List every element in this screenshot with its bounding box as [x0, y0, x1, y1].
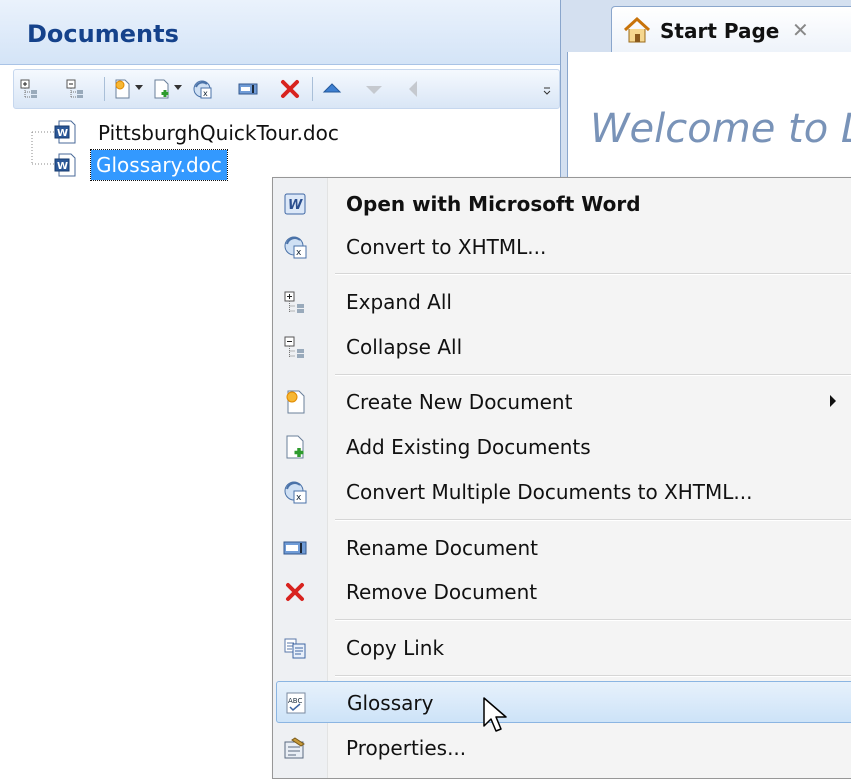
svg-text:W: W: [57, 128, 68, 139]
tree-item[interactable]: W PittsburghQuickTour.doc: [54, 117, 374, 147]
toolbar-separator: [312, 77, 313, 101]
menu-item-label: Open with Microsoft Word: [346, 192, 641, 216]
menu-item-glossary[interactable]: ABC Glossary: [276, 681, 851, 723]
menu-item-convert-to-xhtml[interactable]: x Convert to XHTML...: [276, 226, 851, 266]
menu-item-open-with-word[interactable]: W Open with Microsoft Word: [276, 183, 851, 223]
move-down-icon: [366, 86, 382, 94]
word-document-icon: W: [54, 120, 76, 144]
menu-item-create-new-document[interactable]: Create New Document: [276, 381, 851, 421]
menu-item-label: Create New Document: [346, 390, 573, 414]
menu-item-label: Convert to XHTML...: [346, 235, 547, 259]
svg-text:x: x: [296, 493, 302, 503]
tree-item-label: PittsburghQuickTour.doc: [98, 121, 339, 145]
create-new-document-icon[interactable]: [112, 79, 132, 99]
create-new-document-dropdown[interactable]: [135, 85, 143, 90]
svg-text:W: W: [57, 161, 68, 172]
context-menu: W Open with Microsoft Word x Convert to …: [272, 177, 851, 779]
rename-icon: [283, 541, 307, 555]
move-left-icon: [409, 81, 417, 97]
collapse-all-icon: [284, 336, 304, 358]
menu-separator: [335, 519, 851, 521]
home-icon: [623, 16, 651, 43]
close-icon[interactable]: ✕: [792, 18, 809, 42]
svg-text:W: W: [288, 198, 303, 213]
menu-item-label: Collapse All: [346, 335, 463, 359]
expand-all-icon: [284, 291, 304, 313]
svg-text:x: x: [203, 89, 208, 98]
documents-title: Documents: [27, 20, 179, 48]
remove-icon: [286, 583, 304, 601]
mouse-cursor-icon: [483, 697, 507, 732]
menu-item-rename-document[interactable]: Rename Document: [276, 527, 851, 567]
menu-item-label: Add Existing Documents: [346, 435, 591, 459]
tree-item-label: Glossary.doc: [90, 149, 228, 181]
menu-item-label: Copy Link: [346, 636, 445, 660]
menu-item-collapse-all[interactable]: Collapse All: [276, 326, 851, 366]
menu-separator: [335, 273, 851, 275]
add-existing-document-icon[interactable]: [152, 79, 172, 99]
convert-multiple-icon: x: [284, 481, 307, 504]
new-document-icon: [286, 390, 305, 414]
word-document-icon: W: [54, 153, 76, 177]
convert-xhtml-icon: x: [284, 236, 307, 259]
menu-item-expand-all[interactable]: Expand All: [276, 281, 851, 321]
menu-separator: [335, 675, 851, 677]
menu-item-label: Properties...: [346, 736, 467, 760]
menu-item-properties[interactable]: Properties...: [276, 727, 851, 767]
menu-item-label: Glossary: [347, 691, 434, 715]
collapse-all-icon[interactable]: [66, 79, 86, 99]
menu-separator: [335, 619, 851, 621]
add-documents-icon: [286, 435, 304, 459]
move-up-icon[interactable]: [322, 79, 342, 99]
menu-item-remove-document[interactable]: Remove Document: [276, 571, 851, 611]
word-icon: W: [284, 193, 306, 215]
menu-item-label: Remove Document: [346, 580, 538, 604]
svg-text:x: x: [296, 248, 302, 258]
toolbar-separator: [104, 77, 105, 101]
svg-text:ABC: ABC: [288, 697, 302, 705]
submenu-arrow-icon: [830, 395, 836, 407]
menu-separator: [335, 374, 851, 376]
expand-all-icon[interactable]: [20, 79, 40, 99]
menu-item-add-existing-documents[interactable]: Add Existing Documents: [276, 426, 851, 466]
properties-icon: [284, 737, 305, 759]
menu-item-copy-link[interactable]: Copy Link: [276, 627, 851, 667]
remove-icon[interactable]: [280, 79, 300, 99]
add-existing-document-dropdown[interactable]: [174, 85, 182, 90]
menu-item-label: Rename Document: [346, 536, 538, 560]
menu-item-label: Convert Multiple Documents to XHTML...: [346, 480, 753, 504]
copy-link-icon: [284, 638, 306, 659]
welcome-heading: Welcome to D: [590, 106, 851, 152]
rename-icon[interactable]: [238, 79, 258, 99]
menu-item-label: Expand All: [346, 290, 452, 314]
tab-start-page[interactable]: Start Page ✕: [611, 6, 851, 52]
menu-item-convert-multiple[interactable]: x Convert Multiple Documents to XHTML...: [276, 471, 851, 511]
convert-to-xhtml-icon[interactable]: x: [192, 79, 212, 99]
tree-item-selected[interactable]: W Glossary.doc: [54, 149, 254, 181]
toolbar-overflow-icon[interactable]: [542, 82, 552, 100]
documents-header: Documents: [0, 0, 560, 65]
documents-toolbar: x: [13, 69, 560, 109]
glossary-icon: ABC: [286, 692, 306, 714]
tab-start-page-label: Start Page: [660, 19, 780, 43]
